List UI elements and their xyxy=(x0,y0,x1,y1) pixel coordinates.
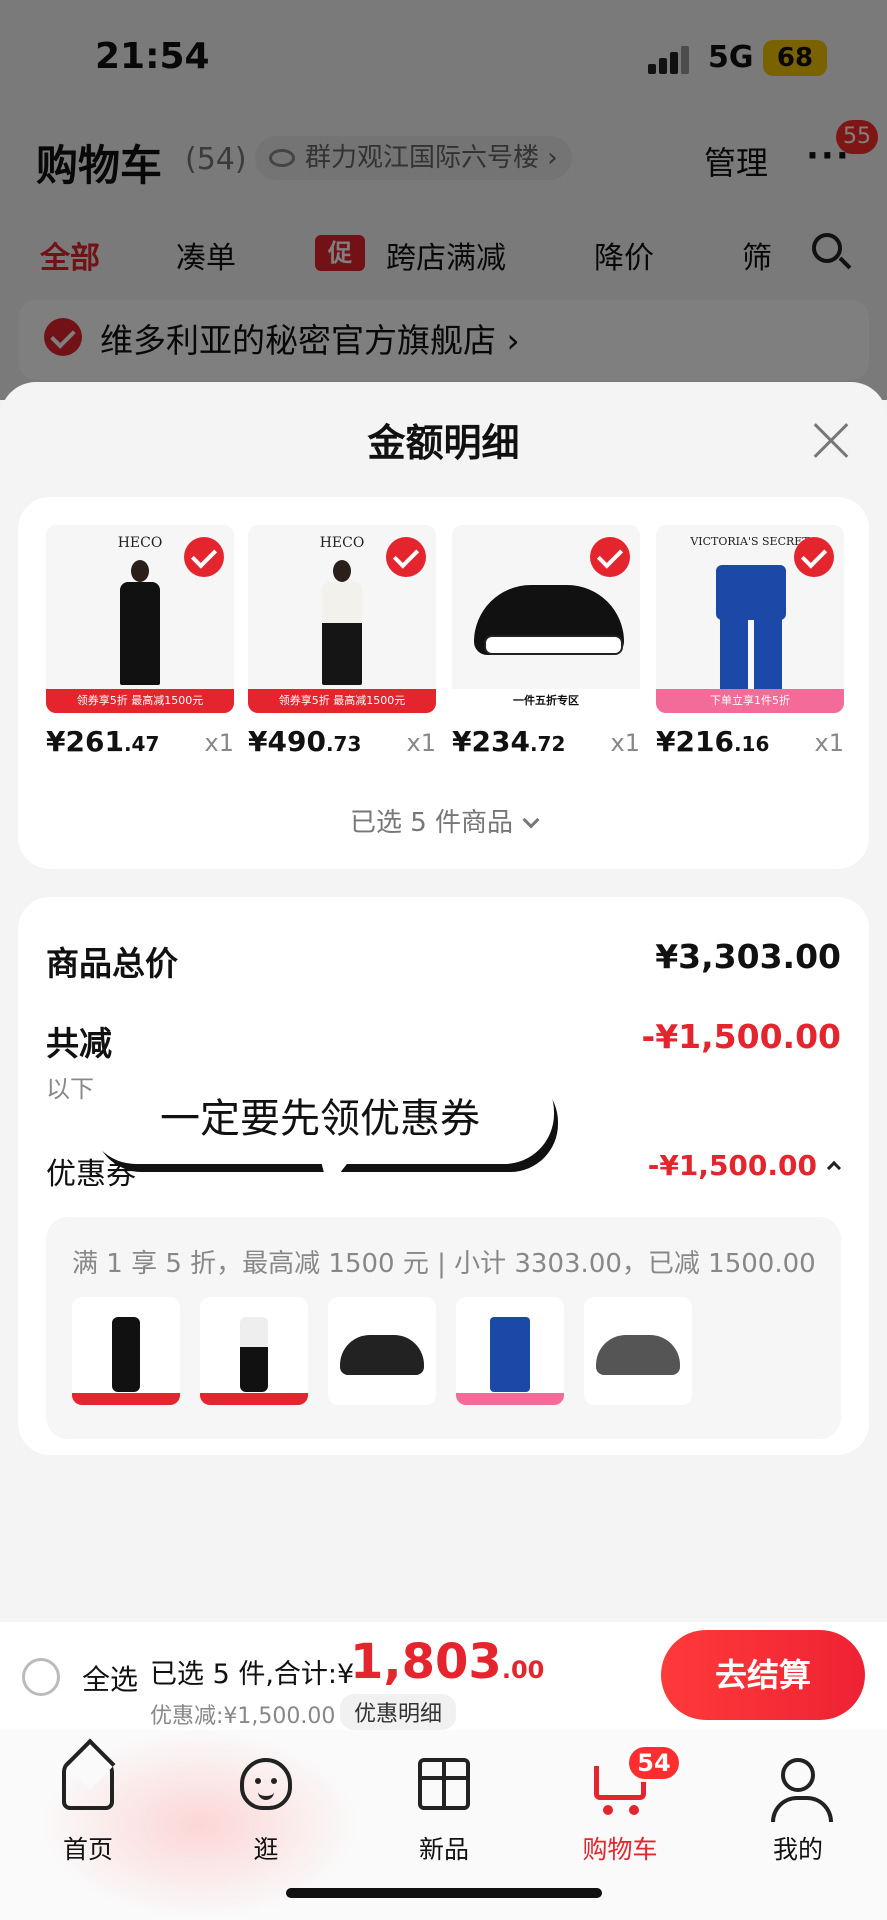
tab-cart-label: 购物车 xyxy=(582,1835,658,1864)
product-price: ¥490.73 xyxy=(248,725,362,758)
coupon-toggle[interactable]: -¥1,500.00 xyxy=(647,1149,842,1182)
reduce-label: 共减 xyxy=(46,1024,112,1063)
coupon-description: 满 1 享 5 折，最高减 1500 元 | 小计 3303.00，已减 150… xyxy=(72,1249,816,1279)
total-value: ¥3,303.00 xyxy=(655,937,841,976)
caption-bubble-tail xyxy=(318,1150,358,1188)
checkout-button[interactable]: 去结算 xyxy=(661,1630,865,1720)
product-item[interactable]: VICTORIA'S SECRET 下单立享1件5折 ¥216.16 x1 xyxy=(656,525,844,758)
promo-banner: 一件五折专区 xyxy=(452,689,640,713)
selected-check-icon[interactable] xyxy=(794,537,834,577)
coupon-product-thumb xyxy=(584,1297,692,1405)
product-image: VICTORIA'S SECRET 下单立享1件5折 xyxy=(656,525,844,713)
product-image: HECO 领券享5折 最高减1500元 xyxy=(46,525,234,713)
product-qty: x1 xyxy=(610,729,640,757)
promo-banner: 领券享5折 最高减1500元 xyxy=(46,689,234,713)
product-qty: x1 xyxy=(204,729,234,757)
checkout-bar: 全选 已选 5 件,合计:¥ 1,803.00 优惠减:¥1,500.00 优惠… xyxy=(0,1622,887,1730)
coupon-value: -¥1,500.00 xyxy=(647,1149,817,1182)
product-price: ¥234.72 xyxy=(452,725,566,758)
promo-banner: 领券享5折 最高减1500元 xyxy=(248,689,436,713)
product-item[interactable]: 一件五折专区 ¥234.72 x1 xyxy=(452,525,640,758)
selected-items-label: 已选 5 件商品 xyxy=(349,808,514,838)
home-icon xyxy=(62,1758,114,1810)
sneaker-image xyxy=(474,585,624,655)
home-indicator xyxy=(286,1888,602,1898)
selected-items-toggle[interactable]: 已选 5 件商品 xyxy=(18,802,869,839)
discount-amount: 优惠减:¥1,500.00 xyxy=(150,1704,336,1729)
product-image: HECO 领券享5折 最高减1500元 xyxy=(248,525,436,713)
sheet-title: 金额明细 xyxy=(367,421,520,465)
price-breakdown-card: 商品总价 ¥3,303.00 共减 -¥1,500.00 以下 优惠券 -¥1,… xyxy=(18,897,869,1455)
selected-products-card: HECO 领券享5折 最高减1500元 ¥261.47 x1 HECO 领券享5… xyxy=(18,497,869,869)
product-item[interactable]: HECO 领券享5折 最高减1500元 ¥490.73 x1 xyxy=(248,525,436,758)
close-icon[interactable] xyxy=(812,422,850,460)
selected-check-icon[interactable] xyxy=(184,537,224,577)
product-qty: x1 xyxy=(814,729,844,757)
coupon-detail-box: 满 1 享 5 折，最高减 1500 元 | 小计 3303.00，已减 150… xyxy=(46,1217,841,1439)
product-price: ¥216.16 xyxy=(656,725,770,758)
selected-check-icon[interactable] xyxy=(590,537,630,577)
coupon-product-thumb xyxy=(72,1297,180,1405)
tab-home-label: 首页 xyxy=(62,1835,113,1864)
amount-detail-sheet: 金额明细 HECO 领券享5折 最高减1500元 ¥261.47 x1 HECO… xyxy=(0,382,887,1622)
product-qty: x1 xyxy=(406,729,436,757)
reduce-value: -¥1,500.00 xyxy=(641,1017,842,1056)
coupon-product-thumb xyxy=(456,1297,564,1405)
promo-banner: 下单立享1件5折 xyxy=(656,689,844,713)
tab-browse-label: 逛 xyxy=(253,1835,279,1864)
coupon-product-thumb xyxy=(200,1297,308,1405)
cart-badge: 54 xyxy=(626,1744,682,1782)
total-amount: 1,803.00 xyxy=(350,1634,545,1690)
selected-check-icon[interactable] xyxy=(386,537,426,577)
summary-label: 已选 5 件,合计:¥ xyxy=(150,1659,355,1690)
total-label: 商品总价 xyxy=(46,944,178,983)
box-icon xyxy=(418,1758,470,1810)
product-image: 一件五折专区 xyxy=(452,525,640,713)
chevron-up-icon xyxy=(826,1160,842,1176)
caption-bubble: 一定要先领优惠券 xyxy=(86,1062,554,1164)
product-price: ¥261.47 xyxy=(46,725,160,758)
tab-mine-label: 我的 xyxy=(772,1835,823,1864)
product-item[interactable]: HECO 领券享5折 最高减1500元 ¥261.47 x1 xyxy=(46,525,234,758)
user-icon xyxy=(771,1758,833,1822)
tab-new-label: 新品 xyxy=(418,1835,469,1864)
select-all-radio[interactable] xyxy=(22,1658,60,1696)
caption-text: 一定要先领优惠券 xyxy=(160,1096,480,1142)
discount-detail-button[interactable]: 优惠明细 xyxy=(340,1694,457,1730)
face-icon xyxy=(240,1758,292,1810)
chevron-down-icon xyxy=(522,811,540,829)
select-all-label[interactable]: 全选 xyxy=(82,1658,138,1698)
coupon-product-thumb xyxy=(328,1297,436,1405)
dim-overlay[interactable] xyxy=(0,0,887,400)
